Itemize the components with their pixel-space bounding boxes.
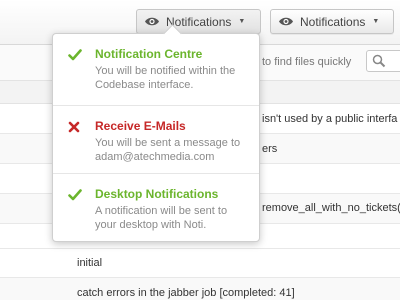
notifications-button-label: Notifications [300,14,366,29]
notification-centre-option[interactable]: Notification Centre You will be notified… [53,34,259,104]
commit-message: remove_all_with_no_tickets( [262,202,400,214]
table-row[interactable]: catch errors in the jabber job [complete… [0,278,400,300]
caret-down-icon: ▼ [372,18,380,25]
commit-message: isn't used by a public interfa [262,113,398,125]
commit-message: ers [262,143,278,155]
search-hint: to find files quickly [262,56,352,68]
option-description: You will be sent a message to adam@atech… [95,137,241,163]
option-title: Receive E-Mails [95,119,186,133]
option-description: You will be notified within the Codebase… [95,65,236,91]
notifications-dropdown: Notification Centre You will be notified… [52,24,260,242]
caret-down-icon: ▼ [238,18,246,25]
search-icon [372,54,386,68]
table-row[interactable]: initial [0,249,400,278]
checkmark-icon [68,48,82,66]
notifications-button-active[interactable]: Notifications ▼ [136,9,261,34]
notifications-button-label: Notifications [166,14,232,29]
option-title: Notification Centre [95,47,203,61]
commit-message: initial [77,257,103,269]
search-input[interactable] [366,50,400,72]
notifications-button[interactable]: Notifications ▼ [270,9,394,34]
checkmark-icon [68,188,82,206]
desktop-notifications-option[interactable]: Desktop Notifications A notification wil… [53,173,259,242]
option-title: Desktop Notifications [95,187,219,201]
receive-emails-option[interactable]: Receive E-Mails You will be sent a messa… [53,105,259,173]
cross-icon [68,120,80,138]
eye-icon [278,16,294,27]
commit-message: catch errors in the jabber job [complete… [77,287,295,299]
eye-icon [144,16,160,27]
option-description: A notification will be sent to your desk… [95,205,228,231]
